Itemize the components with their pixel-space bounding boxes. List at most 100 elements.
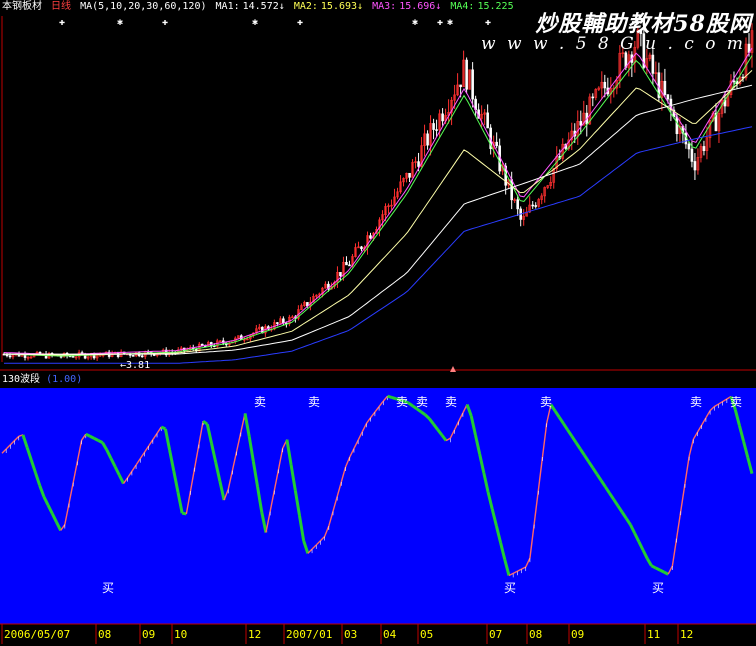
sell-signal-label: 卖 (308, 395, 320, 409)
candle-body (432, 123, 435, 130)
candle-body (666, 94, 670, 100)
ma4-value: 15.225 (477, 1, 514, 12)
candle-body (534, 205, 538, 207)
candle-body (693, 161, 697, 171)
indicator-name: 130波段 (2, 374, 41, 385)
header-bar: 本钢板材 日线 MA(5,10,20,30,60,120) MA1: 14.572… (2, 0, 517, 14)
oscillator-segment (89, 434, 95, 440)
indicator-header: 130波段 (1.00) (2, 373, 82, 387)
candle-body (732, 80, 736, 83)
oscillator-segment (659, 568, 665, 574)
candle-body (348, 264, 351, 267)
price-panel[interactable]: ←3.81 ✚ ✱ ✚ ✱ ✚ ✱ ✚ ✱ ✚ (0, 0, 756, 372)
x-axis-label: 08 (529, 628, 542, 641)
sell-signal-label: 卖 (416, 395, 428, 409)
x-axis-strip (0, 624, 756, 644)
candle-body (702, 146, 706, 151)
oscillator-panel[interactable]: 卖卖卖卖卖卖卖卖买买买2006/05/07 08 09 10 12 2007/01 03 04… (0, 372, 756, 644)
top-marker: ✚ (297, 17, 303, 28)
x-axis-label: 12 (248, 628, 261, 641)
oscillator-segment (387, 394, 393, 399)
sell-signal-label: 卖 (730, 395, 742, 409)
x-axis-label: 12 (680, 628, 693, 641)
candle-body (360, 246, 363, 250)
watermark-url: w w w . 5 8 G u . c o m (481, 34, 746, 54)
candle-body (441, 113, 444, 122)
candle-body (663, 80, 667, 95)
x-axis-label: 09 (142, 628, 155, 641)
oscillator-segment (654, 566, 661, 572)
candle-body (465, 59, 468, 90)
oscillator-segment (663, 570, 669, 576)
x-axis-label: 2007/01 (286, 628, 332, 641)
candle-body (8, 355, 12, 358)
candle-body (687, 143, 691, 150)
candle-body (651, 54, 655, 74)
buy-signal-label: 买 (504, 581, 516, 595)
oscillator-segment (85, 432, 91, 438)
x-axis-label: 11 (647, 628, 660, 641)
candle-body (591, 96, 595, 99)
ma1-value: 14.572↓ (242, 1, 285, 12)
candle-body (486, 112, 489, 129)
period-label[interactable]: 日线 (51, 1, 71, 12)
candle-body (495, 141, 498, 147)
chart-stage[interactable]: ←3.81 ✚ ✱ ✚ ✱ ✚ ✱ ✚ ✱ ✚ 卖卖卖卖卖卖卖卖买买买 2006/05/07 08 09… (0, 0, 756, 646)
ma3-label: MA3: (372, 1, 397, 12)
x-axis-label: 08 (98, 628, 111, 641)
candle-body (471, 69, 474, 100)
candle-body (369, 235, 372, 239)
sell-signal-label: 卖 (396, 395, 408, 409)
buy-signal-label: 买 (652, 581, 664, 595)
candle-body (71, 355, 75, 358)
candle-body (531, 204, 535, 207)
indicator-value: (1.00) (46, 374, 83, 385)
ma2-value: 15.693↓ (320, 1, 364, 12)
top-marker: ✱ (447, 17, 453, 28)
top-marker: ✱ (117, 17, 123, 28)
top-marker: ✱ (252, 17, 258, 28)
x-axis-label: 03 (344, 628, 357, 641)
x-axis-label: 04 (383, 628, 397, 641)
candle-body (459, 84, 462, 88)
x-axis-label: 07 (489, 628, 502, 641)
x-axis-label: 2006/05/07 (4, 628, 70, 641)
candle-body (603, 81, 607, 89)
oscillator-segment (160, 425, 167, 431)
ma2-label: MA2: (293, 1, 318, 12)
sell-signal-label: 卖 (540, 395, 552, 409)
candle-body (675, 116, 679, 135)
candle-body (516, 199, 519, 210)
candle-body (276, 322, 279, 324)
top-marker: ✚ (437, 17, 443, 28)
oscillator-segment (650, 564, 657, 570)
top-marker: ✚ (162, 17, 168, 28)
oscillator-segment (97, 439, 104, 444)
x-axis-label: 09 (571, 628, 584, 641)
top-marker: ✱ (412, 17, 418, 28)
oscillator-background (0, 372, 756, 644)
candle-body (579, 121, 583, 126)
sell-signal-label: 卖 (445, 395, 457, 409)
x-axis-label: 10 (174, 628, 187, 641)
sell-signal-label: 卖 (254, 395, 266, 409)
top-marker: ✚ (485, 17, 491, 28)
candle-body (408, 172, 411, 178)
buy-signal-label: 买 (102, 581, 114, 595)
ma1-label: MA1: (215, 1, 240, 12)
top-marker: ✚ (59, 17, 65, 28)
x-axis-label: 05 (420, 628, 433, 641)
low-price-label: ←3.81 (120, 360, 150, 371)
candle-body (339, 272, 342, 277)
ma-params: MA(5,10,20,30,60,120) (80, 1, 207, 12)
ma3-value: 15.696↓ (399, 1, 442, 12)
candle-body (417, 161, 420, 167)
candle-body (435, 129, 438, 131)
ma4-label: MA4: (450, 1, 475, 12)
oscillator-header-strip (0, 372, 756, 388)
candle-body (131, 355, 135, 357)
oscillator-segment (93, 437, 100, 442)
candle-body (140, 355, 144, 358)
candle-body (690, 148, 694, 162)
sell-signal-label: 卖 (690, 395, 702, 409)
